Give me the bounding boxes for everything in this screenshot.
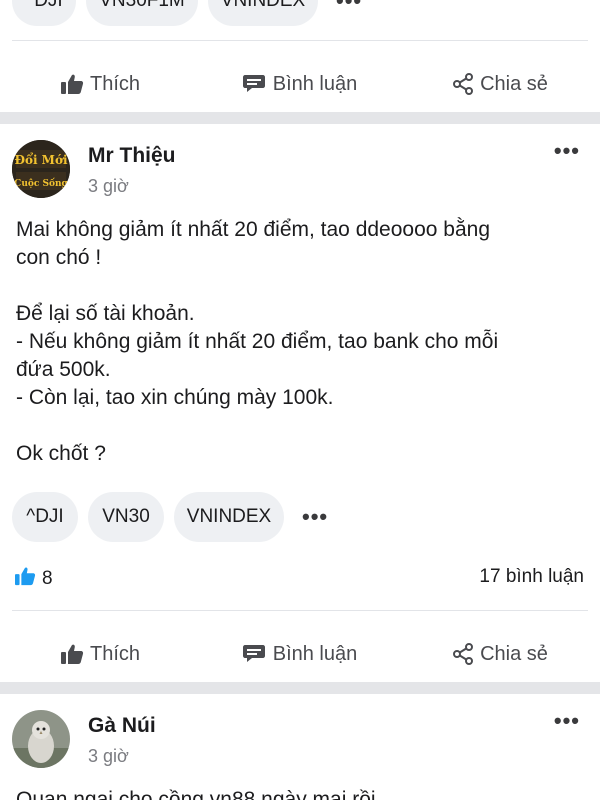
thumbs-up-icon — [60, 73, 84, 95]
post-text-line: con chó ! — [16, 246, 102, 269]
comment-count[interactable]: 17 bình luận — [479, 566, 584, 588]
divider — [12, 40, 588, 41]
post-body: Mai không giảm ít nhất 20 điểm, tao ddeo… — [16, 216, 586, 468]
tag-dji[interactable]: ^DJI — [12, 0, 76, 26]
post-options-button[interactable]: ••• — [554, 138, 580, 164]
like-label: Thích — [89, 642, 141, 665]
post-text-line: Quan ngại cho cồng vn88 ngày mai rồi — [16, 788, 376, 800]
more-tags-button[interactable]: ••• — [328, 0, 362, 14]
post-stats: 8 17 bình luận — [0, 566, 600, 596]
share-button[interactable]: Chia sẻ — [400, 626, 600, 682]
blue-thumbs-up-icon — [14, 566, 36, 592]
comment-button[interactable]: Bình luận — [200, 626, 400, 682]
post-options-button[interactable]: ••• — [554, 708, 580, 734]
comment-button[interactable]: Bình luận — [200, 56, 400, 112]
tag-dji[interactable]: ^DJI — [12, 492, 78, 542]
like-label: Thích — [89, 72, 141, 95]
share-label: Chia sẻ — [480, 642, 548, 665]
author-name[interactable]: Mr Thiệu — [88, 144, 176, 168]
post-tag-row: ^DJI VN30 VNINDEX ••• — [0, 492, 328, 542]
tag-vnindex[interactable]: VNINDEX — [174, 492, 284, 542]
tag-vn30[interactable]: VN30 — [88, 492, 164, 542]
post-text-line — [16, 272, 586, 300]
divider — [12, 610, 588, 611]
post-time: 3 giờ — [88, 176, 129, 196]
thumbs-up-icon — [60, 643, 84, 665]
post-separator — [0, 112, 600, 124]
post-text-line: Ok chốt ? — [16, 442, 106, 465]
share-label: Chia sẻ — [480, 72, 548, 95]
post-time: 3 giờ — [88, 746, 129, 766]
like-button[interactable]: Thích — [0, 56, 200, 112]
svg-text:Cuộc Sống: Cuộc Sống — [14, 177, 68, 189]
post-header: Đổi Mới Cuộc Sống Mr Thiệu 3 giờ ••• — [0, 136, 600, 206]
share-icon — [452, 643, 474, 665]
comment-icon — [242, 643, 267, 665]
share-icon — [452, 73, 474, 95]
like-count-value: 8 — [42, 568, 53, 589]
tag-vnindex[interactable]: VNINDEX — [208, 0, 318, 26]
post-separator — [0, 682, 600, 694]
comment-label: Bình luận — [272, 72, 358, 95]
post-text-line: - Còn lại, tao xin chúng mày 100k. — [16, 386, 334, 409]
avatar[interactable]: Đổi Mới Cuộc Sống — [12, 140, 70, 198]
avatar[interactable] — [12, 710, 70, 768]
more-tags-button[interactable]: ••• — [294, 504, 328, 530]
post-actions-bar: Thích Bình luận Chia sẻ — [0, 56, 600, 112]
like-button[interactable]: Thích — [0, 626, 200, 682]
post-header: Gà Núi 3 giờ ••• — [0, 706, 600, 776]
post-text-line: đứa 500k. — [16, 358, 111, 381]
like-count[interactable]: 8 — [14, 566, 53, 592]
post-text-line — [16, 412, 586, 440]
post-text-line: Để lại số tài khoản. — [16, 302, 195, 325]
comment-label: Bình luận — [272, 642, 358, 665]
post-body: Quan ngại cho cồng vn88 ngày mai rồi — [16, 786, 586, 800]
svg-text:Đổi Mới: Đổi Mới — [14, 152, 68, 167]
tag-vn30f1m[interactable]: VN30F1M — [86, 0, 198, 26]
comment-icon — [242, 73, 267, 95]
top-tag-row: ^DJI VN30F1M VNINDEX ••• — [0, 0, 362, 26]
share-button[interactable]: Chia sẻ — [400, 56, 600, 112]
post-actions-bar: Thích Bình luận Chia sẻ — [0, 626, 600, 682]
post-text-line: Mai không giảm ít nhất 20 điểm, tao ddeo… — [16, 218, 490, 241]
author-name[interactable]: Gà Núi — [88, 714, 156, 738]
post-text-line: - Nếu không giảm ít nhất 20 điểm, tao ba… — [16, 330, 499, 353]
